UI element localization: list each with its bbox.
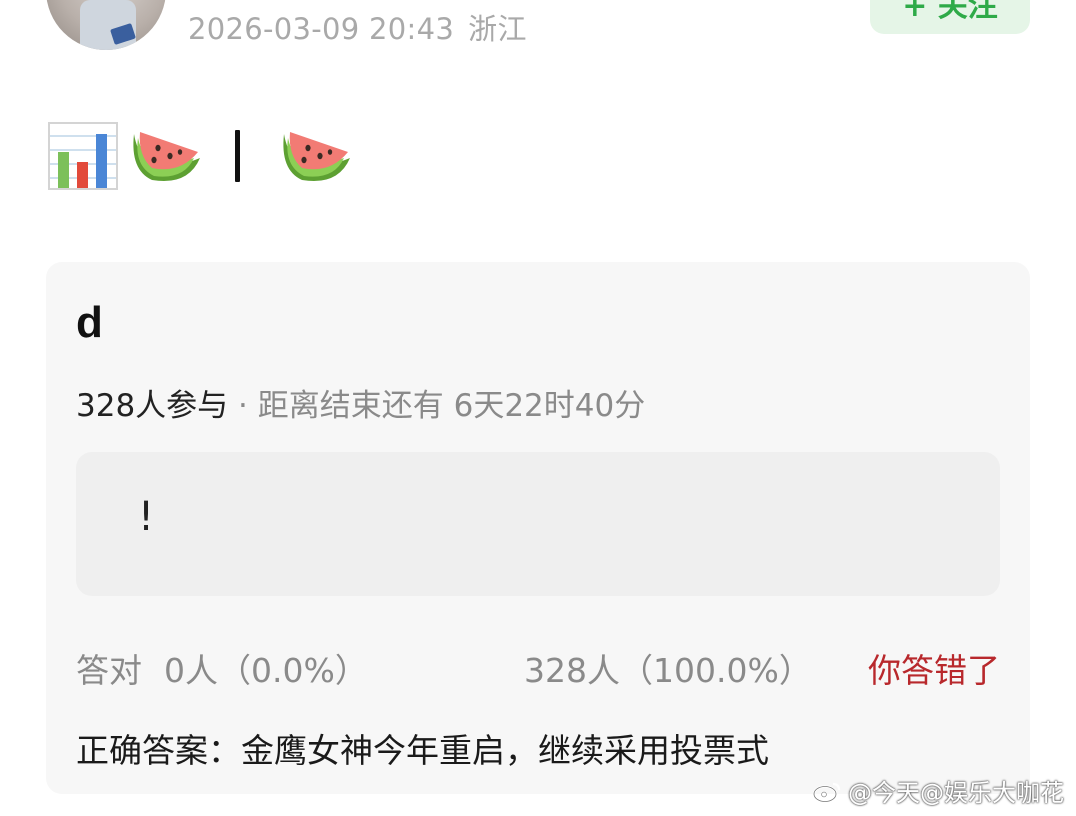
quiz-option[interactable]: ! bbox=[76, 452, 1000, 596]
quiz-option-text: ! bbox=[138, 494, 155, 540]
correct-count: 0人（0.0%） bbox=[164, 651, 368, 690]
stats-separator: · bbox=[238, 388, 248, 424]
separator-bar bbox=[235, 130, 240, 182]
post-location: 浙江 bbox=[468, 12, 527, 46]
avatar[interactable] bbox=[46, 0, 166, 50]
wrong-answer-badge: 你答错了 bbox=[868, 651, 1000, 690]
quiz-stats: 328人参与 · 距离结束还有 6天22时40分 bbox=[76, 380, 645, 425]
quiz-title: d bbox=[76, 298, 103, 347]
follow-button[interactable]: + 关注 bbox=[870, 0, 1030, 34]
correct-result: 答对 0人（0.0%） bbox=[76, 644, 368, 692]
weibo-icon bbox=[812, 782, 841, 803]
watermelon-emoji-icon bbox=[130, 132, 202, 182]
watermark: @今天@娱乐大咖花 bbox=[812, 773, 1064, 808]
other-result: 328人（100.0%） bbox=[524, 651, 812, 690]
correct-answer: 正确答案：金鹰女神今年重启，继续采用投票式 bbox=[76, 731, 769, 770]
correct-label: 答对 bbox=[76, 651, 142, 690]
watermark-text: @今天@娱乐大咖花 bbox=[848, 779, 1064, 807]
bar-chart-emoji-icon bbox=[48, 122, 118, 190]
time-remaining: 距离结束还有 6天22时40分 bbox=[257, 388, 646, 424]
quiz-card[interactable]: d 328人参与 · 距离结束还有 6天22时40分 ! 答对 0人（0.0%） … bbox=[46, 262, 1030, 794]
watermelon-emoji-icon bbox=[283, 132, 350, 182]
post-meta: 2026-03-09 20:43 浙江 bbox=[188, 6, 527, 48]
post-timestamp: 2026-03-09 20:43 bbox=[188, 12, 455, 46]
participant-count: 328人参与 bbox=[76, 388, 229, 424]
